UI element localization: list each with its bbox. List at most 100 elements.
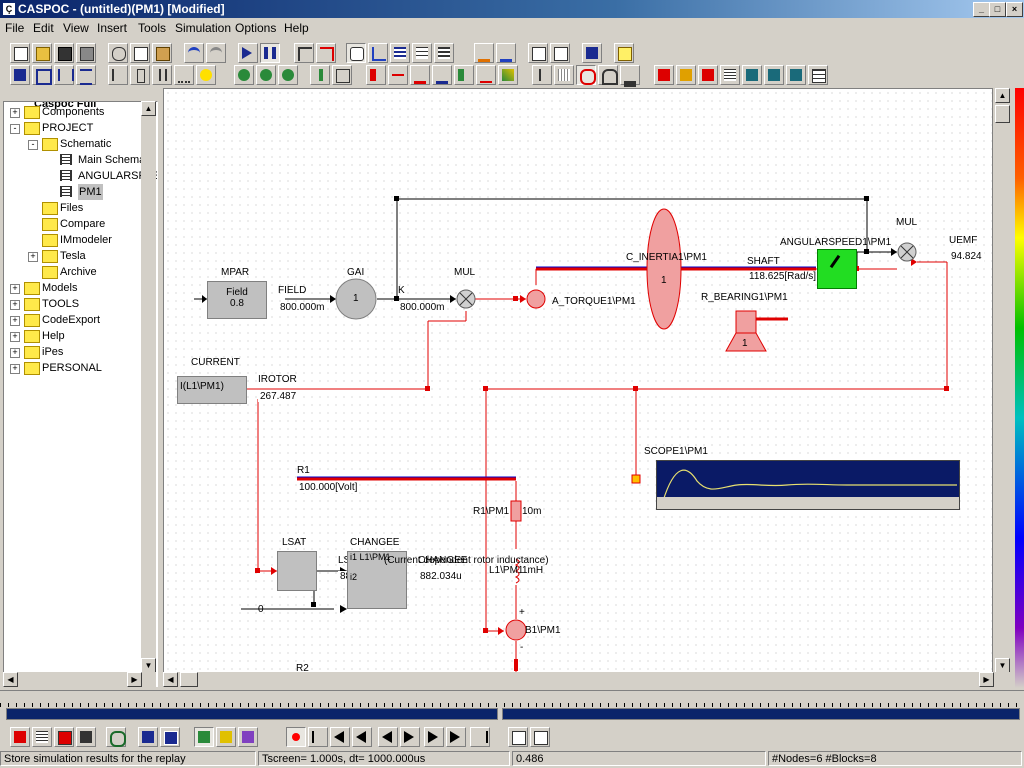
tool-123-button[interactable] (476, 65, 496, 85)
tree-hscroll[interactable]: ◀ ▶ (3, 672, 156, 687)
tool-a-button[interactable] (366, 65, 386, 85)
bar-chart-button[interactable] (742, 65, 762, 85)
text-button[interactable] (332, 65, 352, 85)
gai-value[interactable]: 1 (353, 293, 359, 304)
canvas-scroll-up[interactable]: ▲ (995, 88, 1010, 103)
bottom-tool-1[interactable] (10, 727, 30, 747)
tree-vscroll[interactable]: ▲ ▼ (141, 101, 156, 673)
save-button[interactable] (54, 43, 74, 63)
globe3-button[interactable] (278, 65, 298, 85)
zoom-100-button[interactable] (10, 65, 30, 85)
menu-options[interactable]: Options (235, 21, 276, 35)
help-button[interactable] (614, 43, 634, 63)
time-ruler[interactable] (0, 690, 1024, 709)
tool-f-button[interactable] (498, 65, 518, 85)
expand-icon[interactable]: + (28, 252, 38, 262)
bottom-tool-3[interactable] (54, 727, 74, 747)
tool-b-button[interactable] (388, 65, 408, 85)
arrow-right-button[interactable] (474, 43, 494, 63)
cross-tool-button[interactable] (654, 65, 674, 85)
probe-button[interactable] (196, 65, 216, 85)
expand-icon[interactable]: + (10, 364, 20, 374)
canvas-scroll-left[interactable]: ◀ (163, 672, 178, 687)
mpar-block[interactable]: Field 0.8 (207, 281, 267, 319)
list-button[interactable] (390, 43, 410, 63)
play-back-button[interactable] (378, 727, 398, 747)
menu-simulation[interactable]: Simulation (175, 21, 231, 35)
first-button[interactable] (308, 727, 328, 747)
expand-icon[interactable]: + (10, 284, 20, 294)
tree-scroll-up[interactable]: ▲ (141, 101, 156, 116)
bottom-tool-2[interactable] (32, 727, 52, 747)
run-button[interactable] (238, 43, 258, 63)
pen-button[interactable] (310, 65, 330, 85)
undo-button[interactable] (184, 43, 204, 63)
bottom-tool-10[interactable] (238, 727, 258, 747)
tree-item[interactable]: Main Schematic (4, 152, 156, 168)
table-button[interactable] (808, 65, 828, 85)
tree-item[interactable]: + PERSONAL (4, 360, 144, 376)
zoom-vertical-button[interactable] (76, 65, 96, 85)
print-button[interactable] (76, 43, 96, 63)
sheet-button[interactable] (720, 65, 740, 85)
play-button[interactable] (400, 727, 420, 747)
close-button[interactable]: × (1006, 2, 1023, 17)
tree-item[interactable]: ANGULARSPEED (4, 168, 157, 184)
current-block[interactable]: I(L1\PM1) (177, 376, 247, 404)
hand-tool-button[interactable] (346, 43, 366, 63)
canvas-vscroll-thumb[interactable] (995, 105, 1010, 123)
new-button[interactable] (10, 43, 30, 63)
schematic-canvas[interactable]: MPAR Field 0.8 FIELD 800.000m GAI 1 K 80… (163, 88, 993, 675)
bar-chart3-button[interactable] (786, 65, 806, 85)
node-button[interactable] (108, 65, 128, 85)
menu-help[interactable]: Help (284, 21, 309, 35)
zoom-fit-button[interactable] (32, 65, 52, 85)
wire-button[interactable] (294, 43, 314, 63)
tree-item[interactable]: + Tesla (4, 248, 144, 264)
canvas-hscroll[interactable]: ◀ ▶ (163, 672, 1011, 688)
tree-button[interactable] (412, 43, 432, 63)
canvas-scroll-right[interactable]: ▶ (979, 672, 994, 687)
expand-icon[interactable]: + (10, 108, 20, 118)
minimize-button[interactable]: _ (973, 2, 990, 17)
tree-item[interactable]: + TOOLS (4, 296, 144, 312)
menu-edit[interactable]: Edit (33, 21, 54, 35)
plot-tool-button[interactable] (368, 43, 388, 63)
replay-progress-left[interactable] (6, 708, 498, 720)
angularspeed-block[interactable] (817, 249, 857, 289)
fast-back-button[interactable] (330, 727, 350, 747)
expand-icon[interactable]: + (10, 316, 20, 326)
canvas-scroll-down[interactable]: ▼ (995, 658, 1010, 673)
scope-display[interactable] (656, 460, 960, 510)
collapse-icon[interactable]: - (28, 140, 38, 150)
tree-item[interactable]: Archive (4, 264, 144, 280)
menu-file[interactable]: File (5, 21, 24, 35)
bottom-tool-8[interactable] (194, 727, 214, 747)
zoom-horizontal-button[interactable] (54, 65, 74, 85)
c-inertia-value[interactable]: 1 (661, 275, 667, 286)
tree-scroll-down[interactable]: ▼ (141, 658, 156, 673)
tree-item[interactable]: + Models (4, 280, 144, 296)
redo-button[interactable] (206, 43, 226, 63)
menu-insert[interactable]: Insert (97, 21, 127, 35)
fast-forward-button[interactable] (446, 727, 466, 747)
bottom-tool-copy1[interactable] (508, 727, 528, 747)
resistor-button[interactable] (130, 65, 150, 85)
tree-view-button[interactable] (582, 43, 602, 63)
bottom-tool-6[interactable] (138, 727, 158, 747)
maximize-button[interactable]: □ (989, 2, 1006, 17)
expand-icon[interactable]: + (10, 348, 20, 358)
tree-scroll-left[interactable]: ◀ (3, 672, 18, 687)
crosshair-button[interactable] (532, 65, 552, 85)
chip-icon[interactable] (76, 727, 96, 747)
step-forward-button[interactable] (424, 727, 444, 747)
g-icon[interactable] (106, 727, 126, 747)
pause-button[interactable] (260, 43, 280, 63)
cut-button[interactable] (108, 43, 128, 63)
canvas-hscroll-thumb[interactable] (180, 672, 198, 687)
app-icon[interactable]: Ç (3, 3, 15, 15)
tree-item[interactable]: Files (4, 200, 144, 216)
redwire-button[interactable] (316, 43, 336, 63)
tree-item[interactable]: + CodeExport (4, 312, 144, 328)
tree-item[interactable]: Compare (4, 216, 144, 232)
